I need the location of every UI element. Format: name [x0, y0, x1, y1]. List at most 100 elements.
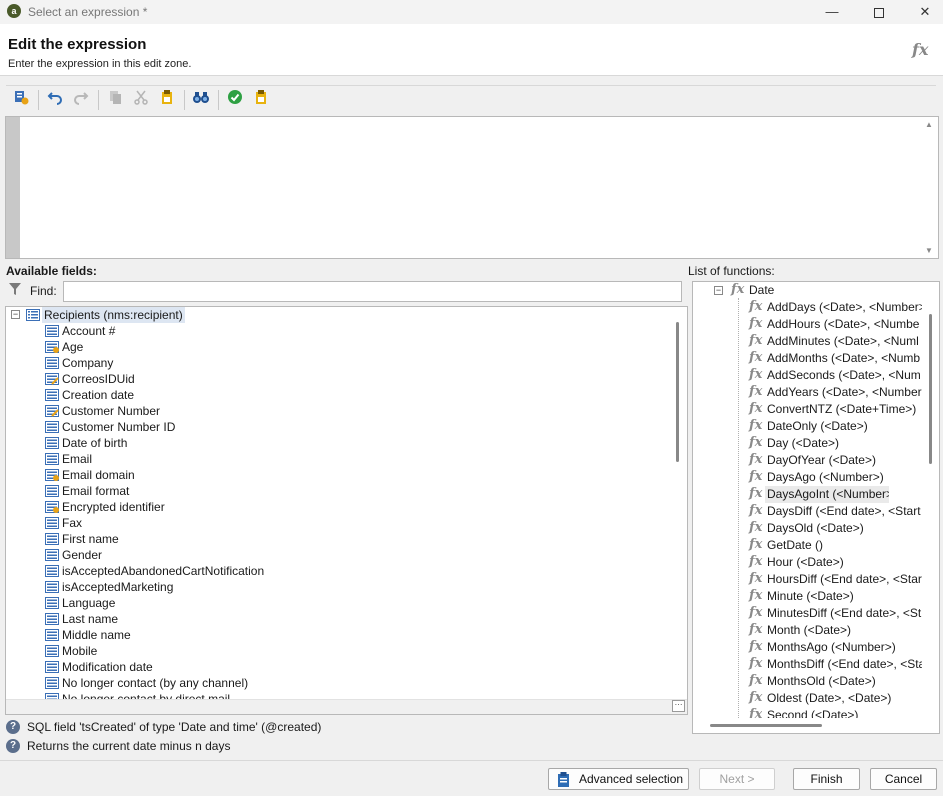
tree-guide-line	[738, 298, 739, 718]
field-icon	[45, 389, 59, 401]
field-icon	[45, 453, 59, 465]
function-list-item[interactable]: DaysDiff (<End date>, <Start	[765, 503, 922, 520]
function-list-item[interactable]: Second (<Date>)	[765, 707, 860, 718]
field-list-item[interactable]: Age	[62, 339, 83, 355]
function-icon: fx	[749, 571, 763, 586]
functions-scrollbar[interactable]	[929, 314, 932, 464]
scroll-up-icon[interactable]: ▲	[925, 120, 933, 129]
collapse-icon[interactable]: −	[11, 310, 20, 319]
function-list-item[interactable]: AddDays (<Date>, <Number>	[765, 299, 922, 316]
function-list-item[interactable]: Oldest (Date>, <Date>)	[765, 690, 893, 707]
field-list-item[interactable]: Date of birth	[62, 435, 127, 451]
function-list-item[interactable]: GetDate ()	[765, 537, 825, 554]
function-list-item[interactable]: AddHours (<Date>, <Numbe	[765, 316, 921, 333]
field-list-item[interactable]: Company	[62, 355, 113, 371]
cut-icon[interactable]	[130, 89, 152, 111]
undo-icon[interactable]	[44, 89, 66, 111]
functions-label: List of functions:	[688, 264, 775, 278]
toolbar-separator	[98, 90, 99, 110]
next-button[interactable]: Next >	[699, 768, 775, 790]
finish-button[interactable]: Finish	[793, 768, 860, 790]
help-icon: ?	[6, 720, 20, 734]
field-list-item[interactable]: No longer contact (by any channel)	[62, 675, 248, 691]
field-list-item[interactable]: CorreosIDUid	[62, 371, 135, 387]
field-list-item[interactable]: Fax	[62, 515, 82, 531]
function-list-item[interactable]: Hour (<Date>)	[765, 554, 846, 571]
fields-scrollbar[interactable]	[676, 322, 679, 462]
function-list-item[interactable]: AddMonths (<Date>, <Numb	[765, 350, 922, 367]
field-list-item[interactable]: No longer contact by direct mail	[62, 691, 230, 699]
field-list-item[interactable]: Email format	[62, 483, 129, 499]
function-list-item[interactable]: AddYears (<Date>, <Number	[765, 384, 922, 401]
field-list-item[interactable]: Middle name	[62, 627, 131, 643]
function-list-item[interactable]: MonthsAgo (<Number>)	[765, 639, 898, 656]
field-list-item[interactable]: Encrypted identifier	[62, 499, 165, 515]
maximize-button[interactable]	[856, 0, 902, 24]
field-icon	[45, 437, 59, 449]
function-list-item[interactable]: MonthsDiff (<End date>, <Sta	[765, 656, 922, 673]
function-list-item[interactable]: DayOfYear (<Date>)	[765, 452, 878, 469]
function-list-item[interactable]: MinutesDiff (<End date>, <St	[765, 605, 922, 622]
field-list-item[interactable]: Customer Number ID	[62, 419, 175, 435]
function-list-item[interactable]: DateOnly (<Date>)	[765, 418, 870, 435]
copy-icon[interactable]	[104, 89, 126, 111]
binoculars-icon[interactable]	[190, 89, 212, 111]
function-list-item[interactable]: Day (<Date>)	[765, 435, 841, 452]
function-group-date[interactable]: Date	[749, 282, 774, 299]
function-list-item[interactable]: DaysAgoInt (<Number>)	[765, 486, 889, 503]
redo-icon[interactable]	[70, 89, 92, 111]
function-icon: fx	[749, 350, 763, 365]
minimize-button[interactable]: —	[809, 0, 855, 24]
field-icon	[45, 677, 59, 689]
field-icon	[45, 645, 59, 657]
scroll-down-icon[interactable]: ▼	[925, 246, 933, 255]
function-list-item[interactable]: DaysOld (<Date>)	[765, 520, 866, 537]
field-list-item[interactable]: Language	[62, 595, 115, 611]
cancel-button[interactable]: Cancel	[870, 768, 937, 790]
check-icon[interactable]	[224, 89, 246, 111]
function-icon: fx	[749, 622, 763, 637]
field-list-item[interactable]: Email	[62, 451, 92, 467]
tree-root-recipients[interactable]: Recipients (nms:recipient)	[42, 307, 185, 323]
field-list-item[interactable]: Email domain	[62, 467, 135, 483]
field-icon	[45, 581, 59, 593]
field-list-item[interactable]: Mobile	[62, 643, 97, 659]
field-list-item[interactable]: Gender	[62, 547, 102, 563]
field-icon	[45, 597, 59, 609]
field-list-item[interactable]: Modification date	[62, 659, 153, 675]
function-list-item[interactable]: HoursDiff (<End date>, <Star	[765, 571, 922, 588]
more-options-icon[interactable]: ⋯	[672, 700, 685, 712]
advanced-selection-button[interactable]: Advanced selection	[548, 768, 689, 790]
field-list-item[interactable]: isAcceptedMarketing	[62, 579, 173, 595]
function-icon: fx	[749, 316, 763, 331]
function-list-item[interactable]: Month (<Date>)	[765, 622, 853, 639]
field-list-item[interactable]: Customer Number	[62, 403, 160, 419]
field-list-item[interactable]: Last name	[62, 611, 118, 627]
function-list-item[interactable]: Minute (<Date>)	[765, 588, 856, 605]
find-input[interactable]	[63, 281, 682, 302]
function-list-item[interactable]: MonthsOld (<Date>)	[765, 673, 878, 690]
functions-horizontal-scrollbar[interactable]	[710, 724, 822, 727]
field-list-item[interactable]: isAcceptedAbandonedCartNotification	[62, 563, 264, 579]
fields-horizontal-scrollbar	[6, 699, 687, 714]
window-title: Select an expression *	[28, 5, 148, 19]
close-window-button[interactable]: ✕	[902, 0, 943, 24]
schema-icon	[26, 309, 40, 321]
function-list-item[interactable]: AddMinutes (<Date>, <Numl	[765, 333, 921, 350]
field-list-item[interactable]: Account #	[62, 323, 115, 339]
field-picker-icon[interactable]	[10, 89, 32, 111]
function-list-item[interactable]: ConvertNTZ (<Date+Time>)	[765, 401, 918, 418]
expression-editor[interactable]	[5, 116, 939, 259]
calculated-field-icon	[45, 469, 59, 481]
clipboard-icon[interactable]	[250, 89, 272, 111]
field-list-item[interactable]: First name	[62, 531, 119, 547]
function-list-item[interactable]: AddSeconds (<Date>, <Num	[765, 367, 922, 384]
collapse-icon[interactable]: −	[714, 286, 723, 295]
function-list-item[interactable]: DaysAgo (<Number>)	[765, 469, 886, 486]
page-subtitle: Enter the expression in this edit zone.	[8, 58, 192, 70]
field-list-item[interactable]: Creation date	[62, 387, 134, 403]
function-icon: fx	[749, 520, 763, 535]
function-icon: fx	[749, 401, 763, 416]
field-info-text: SQL field 'tsCreated' of type 'Date and …	[27, 720, 322, 734]
paste-icon[interactable]	[156, 89, 178, 111]
